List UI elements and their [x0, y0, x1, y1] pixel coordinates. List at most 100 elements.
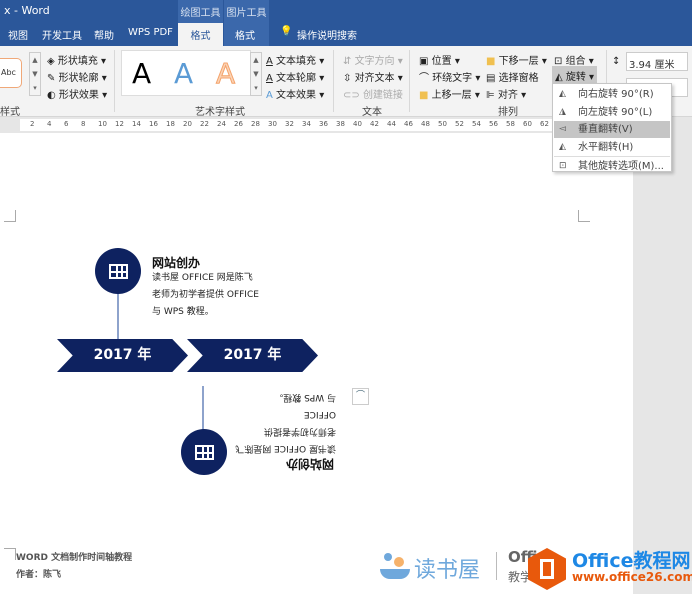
align-text-button[interactable]: ⇳ 对齐文本 ▾ [343, 69, 403, 84]
wrap-text-label: 环绕文字 [432, 73, 473, 84]
menu-divider [554, 156, 670, 157]
tab-format-picture[interactable]: 格式 [235, 27, 255, 42]
align-text-label: 对齐文本 [354, 73, 395, 84]
layout-options-icon[interactable]: ⌒ [352, 388, 369, 405]
send-backward-label: 下移一层 [498, 56, 539, 67]
menu-item-rotate-right[interactable]: ◭ 向右旋转 90°(R) [554, 86, 670, 103]
wordart-gallery[interactable]: A A A [121, 50, 251, 96]
menu-item-flip-vertical[interactable]: ◅ 垂直翻转(V) [554, 121, 670, 138]
divider [114, 50, 115, 112]
shape-style-scroll[interactable]: ▲ ▼ ▾ [29, 52, 41, 96]
ruler-tick: 62 [540, 120, 549, 128]
ruler-tick: 14 [132, 120, 141, 128]
height-input[interactable]: 3.94 厘米 [626, 52, 688, 71]
shape-fill-label: 形状填充 [57, 56, 98, 67]
ruler-tick: 12 [115, 120, 124, 128]
ruler-tick: 42 [370, 120, 379, 128]
ruler-tick: 40 [353, 120, 362, 128]
window-title: x - Word [4, 4, 50, 17]
menu-item-rotate-left[interactable]: ◮ 向左旋转 90°(L) [554, 104, 670, 121]
wordart-sample-orange[interactable]: A [215, 57, 235, 91]
shape-effect-label: 形状效果 [58, 90, 99, 101]
height-icon: ↕ [612, 56, 621, 67]
tab-format-drawing[interactable]: 格式 [178, 23, 223, 46]
tab-wps-pdf[interactable]: WPS PDF [128, 27, 173, 38]
wordart-scroll[interactable]: ▲ ▼ ▾ [250, 52, 262, 96]
text-fill-button[interactable]: A 文本填充 ▾ [266, 52, 324, 67]
menu-item-label: 垂直翻转(V) [578, 124, 633, 135]
ruler-tick: 60 [523, 120, 532, 128]
footer-title: WORD 文档制作时间轴教程 [16, 553, 133, 563]
menu-item-more-rotate[interactable]: ⊡ 其他旋转选项(M)... [554, 158, 670, 175]
upper-text: 读书屋 OFFICE 网是陈飞 老师为初学者提供 OFFICE 与 WPS 教程… [152, 270, 259, 321]
lightbulb-icon: 💡 [280, 26, 293, 37]
lower-line: 老师为初学者提供 OFFICE [263, 409, 336, 436]
group-label-wordart: 艺术字样式 [195, 107, 245, 118]
margin-mark [4, 210, 16, 222]
bring-forward-label: 上移一层 [431, 90, 472, 101]
group-label-styles: 样式 [0, 107, 20, 118]
wrap-text-button[interactable]: ⌒ 环绕文字 ▾ [419, 69, 480, 84]
scroll-area [633, 133, 692, 594]
lower-line: 与 WPS 教程。 [274, 392, 336, 402]
shape-fill-button[interactable]: ◈ 形状填充 ▾ [47, 52, 106, 67]
position-button[interactable]: ▣ 位置 ▾ [419, 52, 460, 67]
menu-item-label: 向右旋转 90°(R) [578, 89, 654, 100]
text-effect-button[interactable]: A 文本效果 ▾ [266, 86, 324, 101]
lower-line: 读书屋 OFFICE 网是陈飞 [235, 443, 336, 453]
ruler-tick: 54 [472, 120, 481, 128]
divider [333, 50, 334, 112]
create-link-button[interactable]: ⊂⊃ 创建链接 [343, 86, 403, 101]
wordart-sample-blue[interactable]: A [174, 57, 193, 90]
footer-author: 作者：陈飞 [16, 570, 62, 580]
divider [496, 552, 497, 580]
ruler-tick: 16 [149, 120, 158, 128]
ruler-tick: 52 [455, 120, 464, 128]
group-button[interactable]: ⊡ 组合 ▾ [554, 52, 594, 67]
ruler-tick: 34 [302, 120, 311, 128]
align-button[interactable]: ⊫ 对齐 ▾ [486, 86, 526, 101]
text-outline-button[interactable]: A 文本轮廓 ▾ [266, 69, 324, 84]
year-chevron: 2017 年 [57, 339, 188, 372]
shape-outline-button[interactable]: ✎ 形状轮廓 ▾ [47, 69, 107, 84]
text-direction-label: 文字方向 [354, 56, 395, 67]
shape-outline-label: 形状轮廓 [58, 73, 99, 84]
ruler-tick: 32 [285, 120, 294, 128]
tab-view[interactable]: 视图 [8, 27, 28, 42]
timeline-connector-lower [202, 386, 204, 432]
margin-mark [578, 210, 590, 222]
ruler-tick: 24 [217, 120, 226, 128]
tab-developer[interactable]: 开发工具 [42, 27, 82, 42]
dushuwu-logo: 读书屋 [414, 558, 481, 583]
bring-forward-button[interactable]: ■ 上移一层 ▾ [419, 86, 480, 101]
menu-item-flip-horizontal[interactable]: ◭ 水平翻转(H) [554, 139, 670, 156]
flip-vertical-icon: ◅ [559, 124, 566, 134]
ruler-tick: 4 [47, 120, 52, 128]
text-effect-label: 文本效果 [276, 90, 317, 101]
ruler-tick: 6 [64, 120, 69, 128]
wordart-sample-black[interactable]: A [132, 57, 151, 90]
upper-line: 与 WPS 教程。 [152, 307, 214, 317]
menu-item-label: 水平翻转(H) [578, 141, 634, 153]
ruler-tick: 2 [30, 120, 35, 128]
selection-pane-button[interactable]: ▤ 选择窗格 [486, 69, 539, 84]
tab-help[interactable]: 帮助 [94, 27, 114, 42]
flipped-text-box[interactable]: 网站创办 读书屋 OFFICE 网是陈飞 老师为初学者提供 OFFICE 与 W… [230, 392, 336, 473]
menu-item-label: 向左旋转 90°(L) [578, 106, 653, 118]
ruler-tick: 18 [166, 120, 175, 128]
upper-line: 老师为初学者提供 OFFICE [152, 290, 259, 300]
ruler-tick: 36 [319, 120, 328, 128]
group-label-arrange: 排列 [498, 107, 518, 118]
tell-me-search[interactable]: 操作说明搜索 [297, 27, 357, 42]
shape-style-preview[interactable]: Abc [0, 58, 22, 88]
menu-item-label: 其他旋转选项(M)... [578, 161, 664, 172]
flip-horizontal-icon: ◭ [559, 141, 566, 152]
dushuwu-logo-icon [380, 553, 412, 583]
shape-effect-button[interactable]: ◐ 形状效果 ▾ [47, 86, 107, 101]
ruler-tick: 38 [336, 120, 345, 128]
ruler-tick: 50 [438, 120, 447, 128]
send-backward-button[interactable]: ■ 下移一层 ▾ [486, 52, 547, 67]
text-direction-button[interactable]: ⇵ 文字方向 ▾ [343, 52, 403, 67]
ruler-tick: 58 [506, 120, 515, 128]
ruler-tick: 46 [404, 120, 413, 128]
